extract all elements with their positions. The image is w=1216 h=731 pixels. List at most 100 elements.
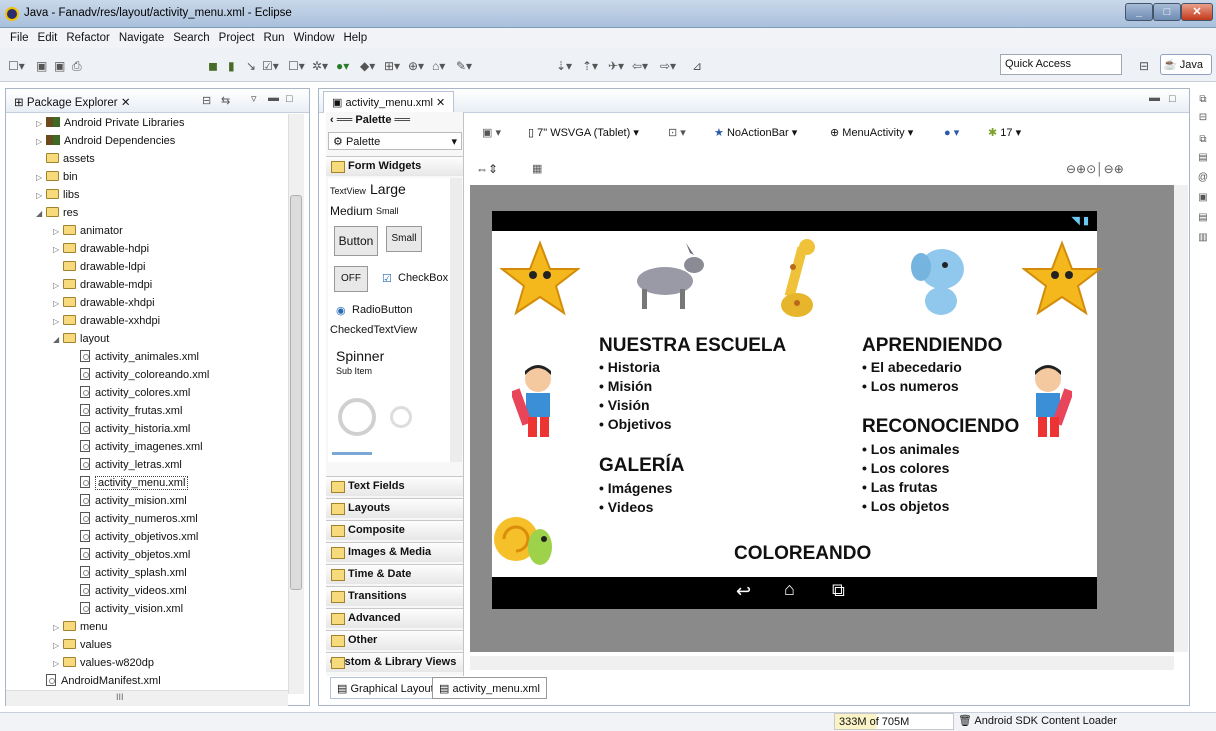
menu-run[interactable]: Run [263,32,284,44]
collapsed-arrow-icon[interactable]: ▷ [36,187,46,205]
collapsed-arrow-icon[interactable]: ▷ [36,169,46,187]
external-tools-icon[interactable]: ◆▾ [360,59,375,73]
new-package-icon[interactable]: ⊕▾ [408,59,424,73]
menu-item-vision[interactable]: Visión [599,397,650,413]
tree-item[interactable]: activity_videos.xml [70,582,187,600]
minimize-button[interactable]: _ [1125,3,1153,21]
collapsed-arrow-icon[interactable]: ▷ [36,133,46,151]
back-nav-icon[interactable]: ↩ [736,581,751,602]
section-images-media[interactable]: Images & Media [326,542,463,562]
outline-icon[interactable]: ⊟ [1196,112,1210,124]
explorer-scroll-thumb[interactable] [290,195,302,590]
tree-item[interactable]: activity_objetivos.xml [70,528,198,546]
console-icon[interactable]: @ [1196,172,1210,184]
toggle-button-widget[interactable]: OFF [334,266,368,292]
tree-item[interactable]: assets [36,150,95,168]
menu-item-objetivos[interactable]: Objetivos [599,416,672,432]
medium-text-widget[interactable]: Medium [330,204,373,218]
radiobutton-widget[interactable]: RadioButton [352,304,413,316]
search-tool-icon[interactable]: ✎▾ [456,59,472,73]
tree-item[interactable]: ▷ drawable-hdpi [53,240,149,258]
palette-scrollbar[interactable] [450,178,462,462]
debug-icon[interactable]: ✲▾ [312,59,328,73]
menu-edit[interactable]: Edit [38,32,58,44]
small-button-widget[interactable]: Small [386,226,422,252]
tree-item[interactable]: activity_menu.xml [70,474,189,492]
large-text-widget[interactable]: Large [370,181,406,197]
section-advanced[interactable]: Advanced [326,608,463,628]
fill-width-icon[interactable]: ⇔⇕ [476,162,498,176]
java-perspective-button[interactable]: ☕ Java [1160,54,1212,75]
menu-item-frutas[interactable]: Las frutas [862,479,938,495]
minimize-view-icon[interactable]: ▬ [268,92,279,104]
tree-item[interactable]: ▷ drawable-mdpi [53,276,152,294]
tree-item[interactable]: activity_mision.xml [70,492,187,510]
tree-item[interactable]: activity_animales.xml [70,348,199,366]
close-view-icon[interactable]: ✕ [121,97,131,109]
tree-item[interactable]: ▷ animator [53,222,123,240]
progress-bar-icon[interactable] [332,452,372,455]
open-type-icon[interactable]: ⌂▾ [432,59,445,73]
avd-manager-icon[interactable]: ▮ [228,59,235,73]
device-selector[interactable]: ▯ 7" WSVGA (Tablet) ▾ [528,126,639,139]
checkbox-tool-icon[interactable]: ☑▾ [262,59,279,73]
package-explorer-tab[interactable]: ⊞ Package Explorer ✕ [14,95,130,109]
print-icon[interactable]: ⎙ [72,59,82,74]
menu-search[interactable]: Search [173,32,209,44]
progress-small-icon[interactable] [390,406,412,428]
tree-item[interactable]: ◢ layout [53,330,109,348]
menu-window[interactable]: Window [294,32,335,44]
tree-item[interactable]: ▷ libs [36,186,80,204]
tree-item[interactable]: drawable-ldpi [53,258,145,276]
view-menu-icon[interactable]: ▿ [251,92,257,105]
checkedtextview-widget[interactable]: CheckedTextView [330,324,417,336]
theme-selector[interactable]: ★ NoActionBar ▾ [714,126,797,139]
restore-icon-2[interactable]: ⧉ [1196,134,1210,146]
tree-item[interactable]: ▷ Android Private Libraries [36,114,184,132]
section-layouts[interactable]: Layouts [326,498,463,518]
config-file-icon[interactable]: ▣ ▾ [482,126,501,139]
lint-icon[interactable]: ↘ [246,59,256,73]
prev-annotation-icon[interactable]: ⇡▾ [582,59,598,73]
home-nav-icon[interactable]: ⌂ [784,579,795,600]
recents-nav-icon[interactable]: ⧉ [832,580,845,601]
trash-icon[interactable]: 🗑 [958,715,972,727]
api-selector[interactable]: ✱ 17 ▾ [988,126,1021,139]
tree-item[interactable]: ▷ Android Dependencies [36,132,175,150]
tree-item[interactable]: activity_frutas.xml [70,402,182,420]
tree-item[interactable]: activity_objetos.xml [70,546,190,564]
tree-item[interactable]: ▷ values-w820dp [53,654,154,672]
next-annotation-icon[interactable]: ⇣▾ [556,59,572,73]
new-android-project-icon[interactable]: ☐▾ [288,59,305,73]
collapsed-arrow-icon[interactable]: ▷ [36,115,46,133]
editor-minimize-icon[interactable]: ▬ [1149,92,1160,104]
run-icon[interactable]: ●▾ [336,59,349,73]
editor-tab-activity-menu[interactable]: ▣ activity_menu.xml ✕ [323,91,455,113]
checkbox-widget[interactable]: CheckBox [398,272,448,284]
tree-item[interactable]: ▷ drawable-xxhdpi [53,312,160,330]
section-form-widgets[interactable]: Form Widgets [326,156,463,176]
galeria-title[interactable]: GALERÍA [599,455,685,477]
collapsed-arrow-icon[interactable]: ▷ [53,295,63,313]
progress-large-icon[interactable] [338,398,376,436]
tab-graphical-layout[interactable]: ▤ Graphical Layout [330,677,441,699]
menu-file[interactable]: File [10,32,29,44]
editor-maximize-icon[interactable]: □ [1169,93,1176,105]
close-tab-icon[interactable]: ✕ [436,97,445,109]
declaration-icon[interactable]: ▤ [1196,212,1210,224]
palette-dropdown[interactable]: ⚙ Palette ▾ [328,132,462,150]
tree-item[interactable]: activity_historia.xml [70,420,190,438]
menu-item-imagenes[interactable]: Imágenes [599,480,673,496]
pin-editor-icon[interactable]: ⊿ [692,59,702,73]
collapse-all-icon[interactable]: ⊟ [202,94,211,107]
section-other[interactable]: Other [326,630,463,650]
tree-item[interactable]: ▷ bin [36,168,78,186]
tree-item[interactable]: activity_imagenes.xml [70,438,203,456]
tree-item[interactable]: activity_splash.xml [70,564,187,582]
spinner-widget[interactable]: Spinner [336,348,384,364]
restore-icon[interactable]: ⧉ [1196,94,1210,106]
back-icon[interactable]: ⇦▾ [632,59,648,73]
tree-item[interactable]: activity_letras.xml [70,456,182,474]
last-edit-icon[interactable]: ✈▾ [608,59,624,73]
device-preview[interactable]: ◥ ▮ NUESTRA ESCUELA • Historia • Misión … [492,211,1102,609]
